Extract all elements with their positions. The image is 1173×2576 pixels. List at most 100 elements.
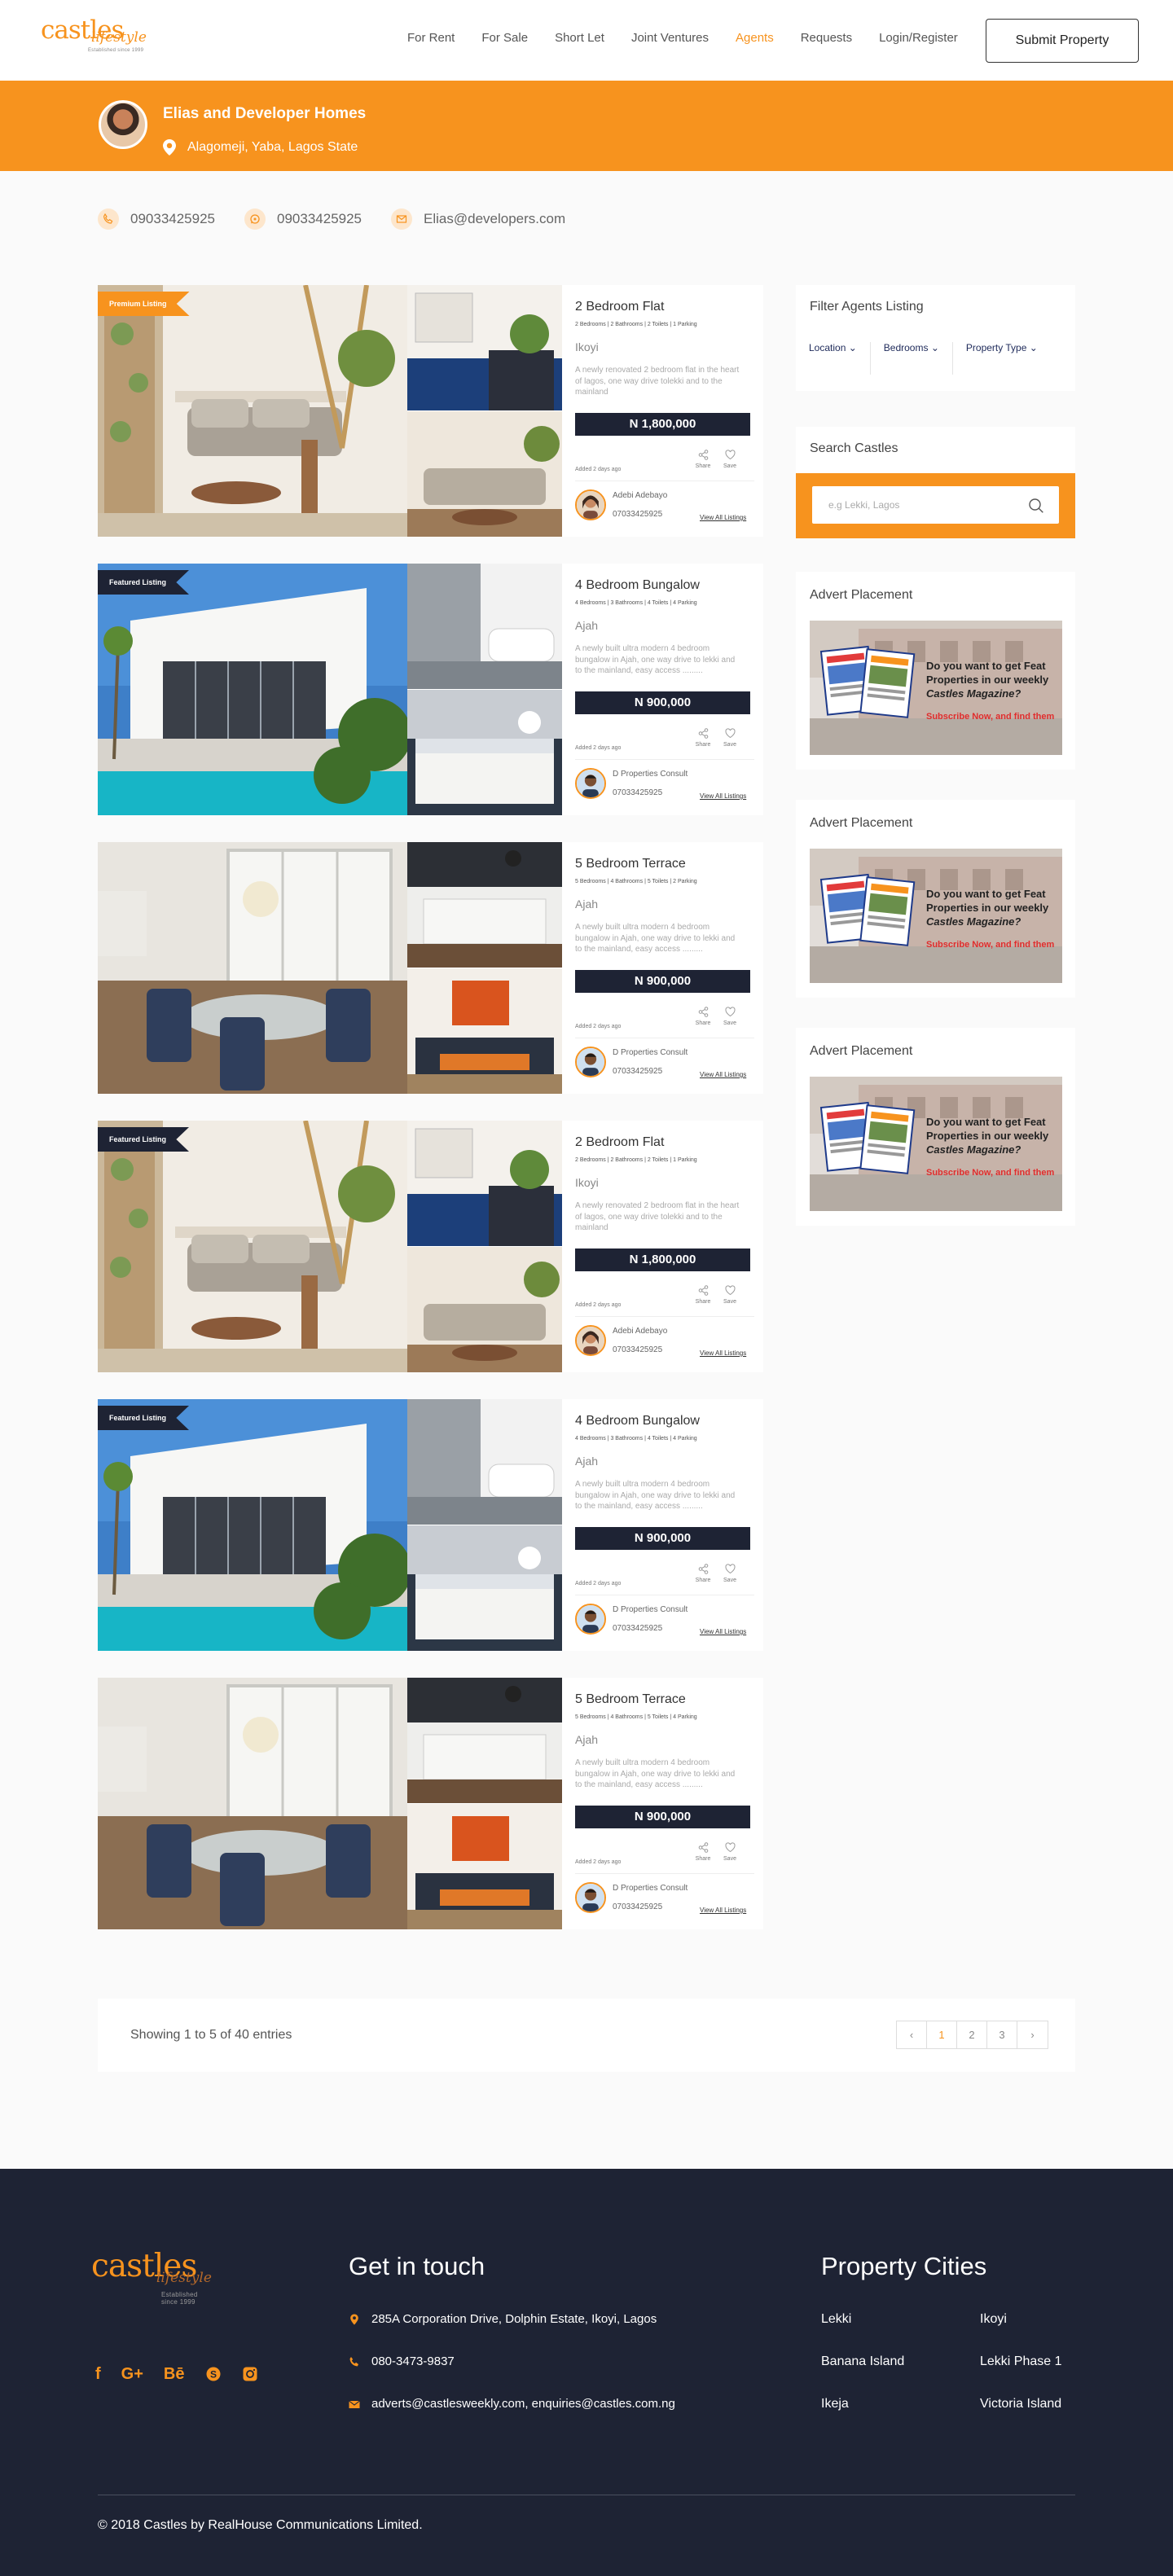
- search-icon[interactable]: [1028, 498, 1044, 514]
- share-button[interactable]: Share: [692, 1564, 714, 1583]
- owner-avatar[interactable]: [575, 1882, 606, 1913]
- view-all-listings-link[interactable]: View All Listings: [700, 1071, 746, 1078]
- view-all-listings-link[interactable]: View All Listings: [700, 1349, 746, 1357]
- page-1-button[interactable]: 1: [927, 2021, 957, 2048]
- view-all-listings-link[interactable]: View All Listings: [700, 1628, 746, 1635]
- view-all-listings-link[interactable]: View All Listings: [700, 514, 746, 521]
- owner-avatar[interactable]: [575, 489, 606, 520]
- nav-login-register[interactable]: Login/Register: [879, 31, 958, 45]
- listing-photo-thumb[interactable]: [407, 1399, 562, 1525]
- listing-title[interactable]: 5 Bedroom Terrace: [575, 1692, 686, 1707]
- listing-photo-main[interactable]: [98, 1678, 407, 1929]
- owner-name[interactable]: D Properties Consult: [613, 1884, 688, 1893]
- city-link-lekki[interactable]: Lekki: [821, 2312, 851, 2327]
- share-button[interactable]: Share: [692, 1285, 714, 1305]
- search-input[interactable]: [812, 486, 1059, 524]
- share-button[interactable]: Share: [692, 728, 714, 748]
- listing-photo-thumb[interactable]: [407, 564, 562, 689]
- listing-photo-thumb[interactable]: [407, 285, 562, 410]
- city-link-lekki-phase-1[interactable]: Lekki Phase 1: [980, 2354, 1062, 2369]
- city-link-banana-island[interactable]: Banana Island: [821, 2354, 904, 2369]
- nav-joint-ventures[interactable]: Joint Ventures: [631, 31, 709, 45]
- listing-photo-thumb[interactable]: [407, 1678, 562, 1803]
- listing-title[interactable]: 4 Bedroom Bungalow: [575, 578, 700, 593]
- city-link-victoria-island[interactable]: Victoria Island: [980, 2397, 1061, 2411]
- listing-photo-main[interactable]: [98, 285, 407, 537]
- filter-property-type[interactable]: Property Type ⌄: [953, 342, 1051, 375]
- agent-whatsapp[interactable]: 09033425925: [244, 208, 362, 230]
- owner-avatar[interactable]: [575, 1604, 606, 1635]
- listing-photo-thumb[interactable]: [407, 842, 562, 968]
- view-all-listings-link[interactable]: View All Listings: [700, 1907, 746, 1914]
- page-2-button[interactable]: 2: [957, 2021, 987, 2048]
- save-button[interactable]: Save: [718, 450, 741, 469]
- advert-banner[interactable]: Do you want to get Feat Properties in ou…: [810, 1077, 1062, 1211]
- owner-avatar[interactable]: [575, 1325, 606, 1356]
- listing-photo-main[interactable]: [98, 1399, 407, 1651]
- save-button[interactable]: Save: [718, 1007, 741, 1026]
- listing-photo-thumb[interactable]: [407, 411, 562, 537]
- filter-bedrooms[interactable]: Bedrooms ⌄: [871, 342, 953, 375]
- save-button[interactable]: Save: [718, 1564, 741, 1583]
- listing-photo-main[interactable]: [98, 842, 407, 1094]
- listing-photo-thumb[interactable]: [407, 1121, 562, 1246]
- share-button[interactable]: Share: [692, 1842, 714, 1862]
- listing-photo-thumb[interactable]: [407, 690, 562, 815]
- submit-property-button[interactable]: Submit Property: [986, 19, 1139, 63]
- listing-photo-main[interactable]: [98, 1121, 407, 1372]
- owner-avatar[interactable]: [575, 1047, 606, 1077]
- listing-card[interactable]: 5 Bedroom Terrace 5 Bedrooms | 4 Bathroo…: [98, 1678, 763, 1929]
- advert-banner[interactable]: Do you want to get Feat Properties in ou…: [810, 849, 1062, 983]
- nav-requests[interactable]: Requests: [801, 31, 852, 45]
- facebook-icon[interactable]: f: [95, 2366, 101, 2382]
- page-3-button[interactable]: 3: [987, 2021, 1017, 2048]
- listing-photo-thumb[interactable]: [407, 1525, 562, 1651]
- owner-name[interactable]: Adebi Adebayo: [613, 1327, 667, 1336]
- listing-title[interactable]: 5 Bedroom Terrace: [575, 857, 686, 871]
- listing-description: A newly built ultra modern 4 bedroom bun…: [575, 923, 736, 954]
- save-button[interactable]: Save: [718, 728, 741, 748]
- listing-card[interactable]: Featured Listing 4 Bedroom Bungalow 4 Be…: [98, 564, 763, 815]
- listing-title[interactable]: 2 Bedroom Flat: [575, 1135, 664, 1150]
- owner-name[interactable]: Adebi Adebayo: [613, 491, 667, 500]
- footer-phone[interactable]: 080-3473-9837: [349, 2354, 455, 2368]
- owner-name[interactable]: D Properties Consult: [613, 770, 688, 779]
- nav-for-rent[interactable]: For Rent: [407, 31, 455, 45]
- skype-icon[interactable]: S: [205, 2366, 222, 2382]
- listing-photo-main[interactable]: [98, 564, 407, 815]
- listing-card[interactable]: 5 Bedroom Terrace 5 Bedrooms | 4 Bathroo…: [98, 842, 763, 1094]
- listing-card[interactable]: Featured Listing 2 Bedroom Flat 2 Bedroo…: [98, 1121, 763, 1372]
- listing-title[interactable]: 2 Bedroom Flat: [575, 300, 664, 314]
- filter-location[interactable]: Location ⌄: [796, 342, 871, 375]
- city-link-ikeja[interactable]: Ikeja: [821, 2397, 849, 2411]
- google-plus-icon[interactable]: G+: [121, 2366, 143, 2382]
- city-link-ikoyi[interactable]: Ikoyi: [980, 2312, 1007, 2327]
- advert-banner[interactable]: Do you want to get Feat Properties in ou…: [810, 621, 1062, 755]
- logo[interactable]: castles lifestyle Established since 1999: [41, 18, 155, 59]
- agent-email[interactable]: Elias@developers.com: [391, 208, 565, 230]
- footer-logo[interactable]: castles lifestyle Established since 1999: [91, 2250, 212, 2306]
- owner-avatar[interactable]: [575, 768, 606, 799]
- nav-short-let[interactable]: Short Let: [555, 31, 604, 45]
- share-button[interactable]: Share: [692, 450, 714, 469]
- nav-for-sale[interactable]: For Sale: [481, 31, 528, 45]
- listing-card[interactable]: Featured Listing 4 Bedroom Bungalow 4 Be…: [98, 1399, 763, 1651]
- listing-photo-thumb[interactable]: [407, 968, 562, 1094]
- share-button[interactable]: Share: [692, 1007, 714, 1026]
- owner-name[interactable]: D Properties Consult: [613, 1048, 688, 1057]
- listing-card[interactable]: Premium Listing 2 Bedroom Flat 2 Bedroom…: [98, 285, 763, 537]
- view-all-listings-link[interactable]: View All Listings: [700, 792, 746, 800]
- next-page-button[interactable]: ›: [1017, 2021, 1048, 2048]
- owner-name[interactable]: D Properties Consult: [613, 1605, 688, 1614]
- prev-page-button[interactable]: ‹: [897, 2021, 927, 2048]
- agent-phone[interactable]: 09033425925: [98, 208, 215, 230]
- instagram-icon[interactable]: [242, 2366, 258, 2382]
- save-button[interactable]: Save: [718, 1842, 741, 1862]
- listing-photo-thumb[interactable]: [407, 1804, 562, 1929]
- listing-title[interactable]: 4 Bedroom Bungalow: [575, 1414, 700, 1428]
- nav-agents[interactable]: Agents: [736, 31, 774, 45]
- listing-photo-thumb[interactable]: [407, 1247, 562, 1372]
- behance-icon[interactable]: Bē: [164, 2366, 185, 2382]
- footer-email[interactable]: adverts@castlesweekly.com, enquiries@cas…: [349, 2397, 675, 2411]
- save-button[interactable]: Save: [718, 1285, 741, 1305]
